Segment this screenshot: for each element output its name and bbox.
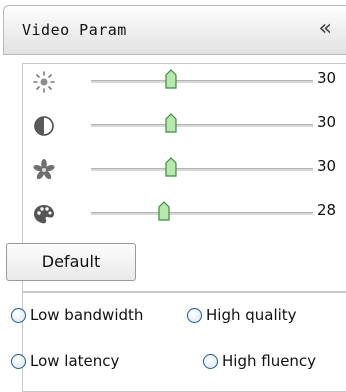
video-param-panel: Video Param « 30 30 30 28 Default Low ba… xyxy=(0,0,346,392)
radio-low-bandwidth-label: Low bandwidth xyxy=(30,306,144,324)
radio-low-latency-label: Low latency xyxy=(30,352,120,370)
radio-low-bandwidth-circle[interactable] xyxy=(11,307,26,323)
radio-low-bandwidth[interactable]: Low bandwidth xyxy=(11,306,143,324)
contrast-slider-row: 30 xyxy=(23,110,346,144)
radio-high-quality-circle[interactable] xyxy=(187,307,202,323)
hue-value: 28 xyxy=(317,201,337,219)
radio-high-fluency[interactable]: High fluency xyxy=(203,352,316,370)
hue-slider-track[interactable] xyxy=(91,201,313,221)
brightness-slider-row: 30 xyxy=(23,66,346,100)
default-button[interactable]: Default xyxy=(6,243,136,281)
brightness-value: 30 xyxy=(317,69,337,87)
saturation-icon xyxy=(32,158,56,182)
collapse-button[interactable]: « xyxy=(319,15,332,43)
brightness-slider-thumb[interactable] xyxy=(165,69,177,89)
contrast-slider-thumb[interactable] xyxy=(165,113,177,133)
saturation-slider-track[interactable] xyxy=(91,157,313,177)
contrast-value: 30 xyxy=(317,113,337,131)
saturation-value: 30 xyxy=(317,157,337,175)
radio-high-quality[interactable]: High quality xyxy=(187,306,297,324)
saturation-slider-row: 30 xyxy=(23,154,346,188)
hue-slider-thumb[interactable] xyxy=(158,201,170,221)
radio-high-fluency-label: High fluency xyxy=(222,352,317,370)
stream-mode-group: Low bandwidth High quality Low latency H… xyxy=(11,292,346,392)
hue-icon xyxy=(32,202,56,226)
radio-high-quality-label: High quality xyxy=(206,306,297,324)
radio-low-latency-circle[interactable] xyxy=(11,353,26,369)
radio-low-latency[interactable]: Low latency xyxy=(11,352,119,370)
contrast-slider-track[interactable] xyxy=(91,113,313,133)
brightness-icon xyxy=(32,70,56,94)
panel-header: Video Param « xyxy=(3,5,346,55)
panel-title: Video Param xyxy=(22,21,127,39)
radio-high-fluency-circle[interactable] xyxy=(203,353,218,369)
contrast-icon xyxy=(32,114,56,138)
hue-slider-row: 28 xyxy=(23,198,346,232)
saturation-slider-thumb[interactable] xyxy=(165,157,177,177)
brightness-slider-track[interactable] xyxy=(91,69,313,89)
